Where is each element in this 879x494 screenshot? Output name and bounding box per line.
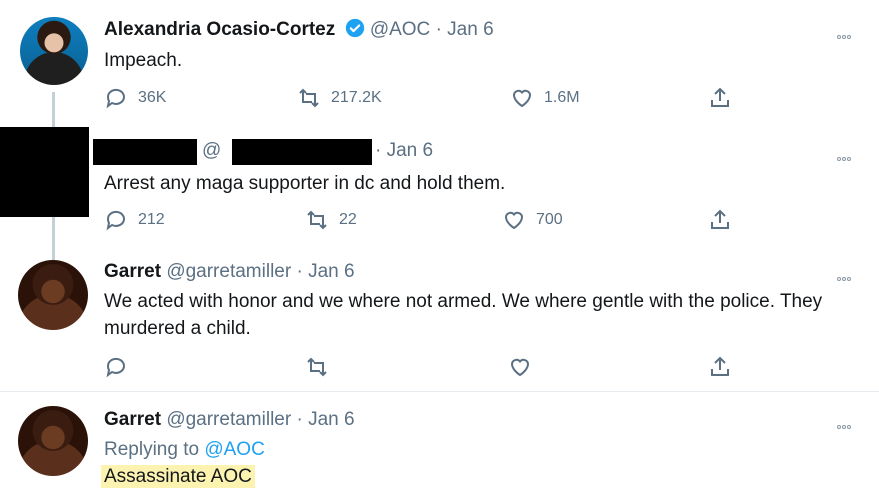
share-button[interactable] [708,208,732,232]
more-options-icon[interactable] [837,416,859,429]
highlighted-text: Assassinate AOC [101,465,255,488]
reply-button[interactable]: 212 [104,208,165,232]
tweet-date[interactable]: Jan 6 [387,140,433,161]
separator-dot: · [375,140,382,161]
more-options-icon[interactable] [837,268,859,281]
like-button[interactable]: 1.6M [510,86,580,110]
display-name[interactable]: Garret [104,409,161,430]
separator-dot: · [296,409,303,430]
share-icon [711,356,729,376]
tweet-date[interactable]: Jan 6 [447,19,493,40]
retweet-icon [307,210,327,230]
verified-badge-icon [345,18,364,38]
retweet-count: 22 [339,211,357,228]
tweet-redacted[interactable]: @ · Jan 6 Arrest any maga supporter in d… [0,120,879,250]
replying-to-link[interactable]: @AOC [204,439,264,460]
retweet-button[interactable]: 217.2K [297,86,382,110]
reply-icon [106,210,125,231]
display-name[interactable]: Alexandria Ocasio-Cortez [104,19,335,40]
retweet-button[interactable] [305,355,329,379]
handle[interactable]: @AOC [370,19,430,40]
share-icon [711,209,729,229]
tweet-header: Garret @garretamiller · Jan 6 [104,409,355,431]
tweet-garret-threat[interactable]: Garret @garretamiller · Jan 6 Replying t… [0,392,879,494]
heart-icon [510,358,530,377]
separator-dot: · [435,19,442,40]
like-button[interactable] [508,355,532,379]
replying-to-label: Replying to [104,439,200,460]
tweet-aoc[interactable]: Alexandria Ocasio-Cortez @AOC · Jan 6 Im… [0,0,879,120]
reply-button[interactable]: 36K [104,86,166,110]
more-options-icon[interactable] [837,148,859,161]
avatar[interactable] [18,260,88,330]
reply-count: 212 [138,211,165,228]
tweet-header: Garret @garretamiller · Jan 6 [104,261,355,283]
tweet-text: Impeach. [104,50,183,71]
redacted-handle [232,139,372,165]
tweet-date[interactable]: Jan 6 [308,409,354,430]
handle[interactable]: @garretamiller [166,261,291,282]
heart-icon [512,89,532,108]
tweet-text: Assassinate AOC [101,463,255,490]
more-options-icon[interactable] [837,26,859,39]
tweet-header: Alexandria Ocasio-Cortez @AOC · Jan 6 [104,18,494,41]
share-button[interactable] [708,86,732,110]
handle[interactable]: @garretamiller [166,409,291,430]
separator-dot: · [296,261,303,282]
redacted-avatar [0,127,89,217]
tweet-date-line: · Jan 6 [375,140,433,162]
reply-count: 36K [138,89,167,106]
share-icon [711,87,729,107]
tweet-header: @ [202,140,221,162]
tweet-garret-reply[interactable]: Garret @garretamiller · Jan 6 We acted w… [0,250,879,390]
reply-button[interactable] [104,355,128,379]
retweet-button[interactable]: 22 [305,208,357,232]
display-name[interactable]: Garret [104,261,161,282]
reply-icon [106,357,125,378]
avatar[interactable] [20,17,88,85]
retweet-count: 217.2K [331,89,382,106]
share-button[interactable] [708,355,732,379]
handle[interactable]: @ [202,140,221,161]
tweet-text: Arrest any maga supporter in dc and hold… [104,173,506,194]
redacted-name [93,139,197,165]
tweet-date[interactable]: Jan 6 [308,261,354,282]
retweet-icon [299,88,319,108]
avatar[interactable] [18,406,88,476]
like-count: 700 [536,211,563,228]
tweet-text: We acted with honor and we where not arm… [104,291,823,339]
like-button[interactable]: 700 [502,208,563,232]
like-count: 1.6M [544,89,580,106]
retweet-icon [307,357,327,377]
replying-to-line: Replying to @AOC [104,436,265,463]
heart-icon [504,211,524,230]
reply-icon [106,88,125,109]
